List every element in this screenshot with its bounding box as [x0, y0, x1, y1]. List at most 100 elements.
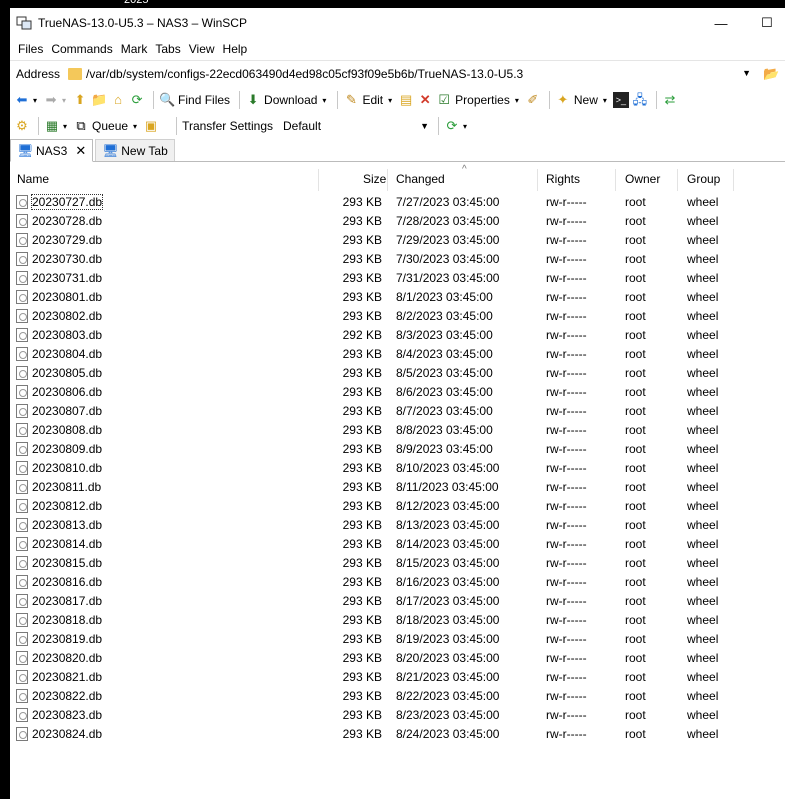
address-field[interactable]: /var/db/system/configs-22ecd063490d4ed98…: [64, 63, 757, 85]
remote-file-list[interactable]: Name Size Changed ^ Rights Owner Group 2…: [10, 164, 785, 799]
tab-nas3-label: NAS3: [36, 143, 68, 158]
file-row[interactable]: 20230814.db 293 KB 8/14/2023 03:45:00 rw-r-…: [10, 535, 785, 554]
file-name: 20230811.db: [32, 480, 102, 494]
file-rights: rw-r-----: [546, 480, 587, 494]
file-rights: rw-r-----: [546, 708, 587, 722]
terminal-icon[interactable]: >_: [612, 92, 629, 108]
rename-icon[interactable]: ✐: [525, 92, 541, 108]
root-directory-icon[interactable]: 📁: [91, 92, 107, 108]
properties-button[interactable]: ☑ Properties ▾: [436, 92, 521, 108]
file-row[interactable]: 20230824.db 293 KB 8/24/2023 03:45:00 rw-r-…: [10, 725, 785, 744]
chevron-down-icon[interactable]: ▼: [742, 68, 751, 78]
delete-icon[interactable]: ✕: [417, 92, 433, 108]
file-row[interactable]: 20230818.db 293 KB 8/18/2023 03:45:00 rw-r-…: [10, 611, 785, 630]
menu-files[interactable]: Files: [14, 42, 47, 56]
move-icon[interactable]: ▤: [398, 92, 414, 108]
synchronize-icon[interactable]: ⇄: [662, 92, 678, 108]
back-dropdown-icon[interactable]: ▾: [33, 96, 37, 105]
maximize-button[interactable]: ☐: [747, 8, 785, 38]
column-header-name[interactable]: Name: [17, 172, 49, 186]
menu-view[interactable]: View: [185, 42, 219, 56]
file-name: 20230821.db: [32, 670, 103, 684]
file-row[interactable]: 20230819.db 293 KB 8/19/2023 03:45:00 rw-r-…: [10, 630, 785, 649]
transfer-mode-icon[interactable]: ⟳: [444, 118, 460, 134]
putty-icon[interactable]: 🖧: [632, 92, 648, 108]
file-row[interactable]: 20230823.db 293 KB 8/23/2023 03:45:00 rw-r-…: [10, 706, 785, 725]
new-button[interactable]: ✦ New ▾: [555, 92, 609, 108]
column-divider[interactable]: [733, 169, 734, 191]
file-row[interactable]: 20230730.db 293 KB 7/30/2023 03:45:00 rw-r-…: [10, 250, 785, 269]
properties-dropdown-icon[interactable]: ▾: [515, 96, 519, 105]
menu-mark[interactable]: Mark: [117, 42, 152, 56]
file-row[interactable]: 20230817.db 293 KB 8/17/2023 03:45:00 rw-r-…: [10, 592, 785, 611]
layout-dropdown-icon[interactable]: ▾: [63, 122, 67, 131]
file-row[interactable]: 20230821.db 293 KB 8/21/2023 03:45:00 rw-r-…: [10, 668, 785, 687]
tab-new[interactable]: 🖥 New Tab: [95, 139, 175, 161]
column-header-size[interactable]: Size: [363, 172, 386, 186]
file-row[interactable]: 20230809.db 293 KB 8/9/2023 03:45:00 rw-r--…: [10, 440, 785, 459]
file-rights: rw-r-----: [546, 442, 587, 456]
forward-arrow-icon[interactable]: ➡: [43, 92, 59, 108]
file-row[interactable]: 20230728.db 293 KB 7/28/2023 03:45:00 rw-r-…: [10, 212, 785, 231]
download-button[interactable]: ⬇ Download ▾: [245, 92, 328, 108]
transfer-settings-label: Transfer Settings: [182, 119, 273, 133]
parent-directory-icon[interactable]: ⬆: [72, 92, 88, 108]
file-rights: rw-r-----: [546, 689, 587, 703]
home-icon[interactable]: ⌂: [110, 92, 126, 108]
close-tab-icon[interactable]: ✕: [75, 143, 86, 159]
preferences-gear-icon[interactable]: ⚙: [14, 118, 30, 134]
queue-settings-icon[interactable]: ▣: [143, 118, 159, 134]
file-row[interactable]: 20230808.db 293 KB 8/8/2023 03:45:00 rw-r--…: [10, 421, 785, 440]
column-divider[interactable]: [537, 169, 538, 191]
forward-dropdown-icon[interactable]: ▾: [62, 96, 66, 105]
file-row[interactable]: 20230802.db 293 KB 8/2/2023 03:45:00 rw-r--…: [10, 307, 785, 326]
file-row[interactable]: 20230727.db 293 KB 7/27/2023 03:45:00 rw-r-…: [10, 193, 785, 212]
edit-button[interactable]: ✎ Edit ▾: [343, 92, 394, 108]
file-row[interactable]: 20230813.db 293 KB 8/13/2023 03:45:00 rw-r-…: [10, 516, 785, 535]
file-row[interactable]: 20230804.db 293 KB 8/4/2023 03:45:00 rw-r--…: [10, 345, 785, 364]
file-row[interactable]: 20230812.db 293 KB 8/12/2023 03:45:00 rw-r-…: [10, 497, 785, 516]
file-row[interactable]: 20230803.db 292 KB 8/3/2023 03:45:00 rw-r--…: [10, 326, 785, 345]
file-row[interactable]: 20230820.db 293 KB 8/20/2023 03:45:00 rw-r-…: [10, 649, 785, 668]
file-row[interactable]: 20230822.db 293 KB 8/22/2023 03:45:00 rw-r-…: [10, 687, 785, 706]
file-size: 293 KB: [342, 423, 382, 437]
transfer-settings-select[interactable]: Default ▼: [279, 116, 433, 136]
file-row[interactable]: 20230806.db 293 KB 8/6/2023 03:45:00 rw-r--…: [10, 383, 785, 402]
new-dropdown-icon[interactable]: ▾: [603, 96, 607, 105]
file-row[interactable]: 20230811.db 293 KB 8/11/2023 03:45:00 rw-r-…: [10, 478, 785, 497]
transfer-mode-dropdown-icon[interactable]: ▾: [463, 122, 467, 131]
file-row[interactable]: 20230810.db 293 KB 8/10/2023 03:45:00 rw-r-…: [10, 459, 785, 478]
refresh-icon[interactable]: ⟳: [129, 92, 145, 108]
column-divider[interactable]: [387, 169, 388, 191]
desktop-background-top: [0, 0, 785, 8]
menu-tabs[interactable]: Tabs: [151, 42, 184, 56]
menu-commands[interactable]: Commands: [47, 42, 116, 56]
file-owner: root: [625, 480, 646, 494]
layout-icon[interactable]: ▦: [44, 118, 60, 134]
edit-dropdown-icon[interactable]: ▾: [388, 96, 392, 105]
column-header-changed[interactable]: Changed: [396, 172, 445, 186]
download-dropdown-icon[interactable]: ▾: [322, 96, 326, 105]
column-divider[interactable]: [318, 169, 319, 191]
tab-nas3[interactable]: 🖥 NAS3 ✕: [10, 139, 94, 162]
file-row[interactable]: 20230816.db 293 KB 8/16/2023 03:45:00 rw-r-…: [10, 573, 785, 592]
column-divider[interactable]: [677, 169, 678, 191]
queue-button[interactable]: ⧉ Queue ▾: [73, 118, 139, 134]
back-arrow-icon[interactable]: ⬅: [14, 92, 30, 108]
menu-bar: Files Commands Mark Tabs View Help: [10, 38, 785, 60]
file-row[interactable]: 20230815.db 293 KB 8/15/2023 03:45:00 rw-r-…: [10, 554, 785, 573]
minimize-button[interactable]: —: [701, 8, 741, 38]
file-row[interactable]: 20230807.db 293 KB 8/7/2023 03:45:00 rw-r--…: [10, 402, 785, 421]
file-row[interactable]: 20230731.db 293 KB 7/31/2023 03:45:00 rw-r-…: [10, 269, 785, 288]
column-header-rights[interactable]: Rights: [546, 172, 580, 186]
column-header-owner[interactable]: Owner: [625, 172, 660, 186]
file-row[interactable]: 20230805.db 293 KB 8/5/2023 03:45:00 rw-r--…: [10, 364, 785, 383]
file-row[interactable]: 20230729.db 293 KB 7/29/2023 03:45:00 rw-r-…: [10, 231, 785, 250]
open-folder-icon[interactable]: 📂: [763, 66, 779, 82]
column-divider[interactable]: [615, 169, 616, 191]
find-files-button[interactable]: 🔍 Find Files: [159, 92, 230, 108]
menu-help[interactable]: Help: [219, 42, 252, 56]
column-header-group[interactable]: Group: [687, 172, 720, 186]
file-row[interactable]: 20230801.db 293 KB 8/1/2023 03:45:00 rw-r--…: [10, 288, 785, 307]
queue-dropdown-icon[interactable]: ▾: [133, 122, 137, 131]
